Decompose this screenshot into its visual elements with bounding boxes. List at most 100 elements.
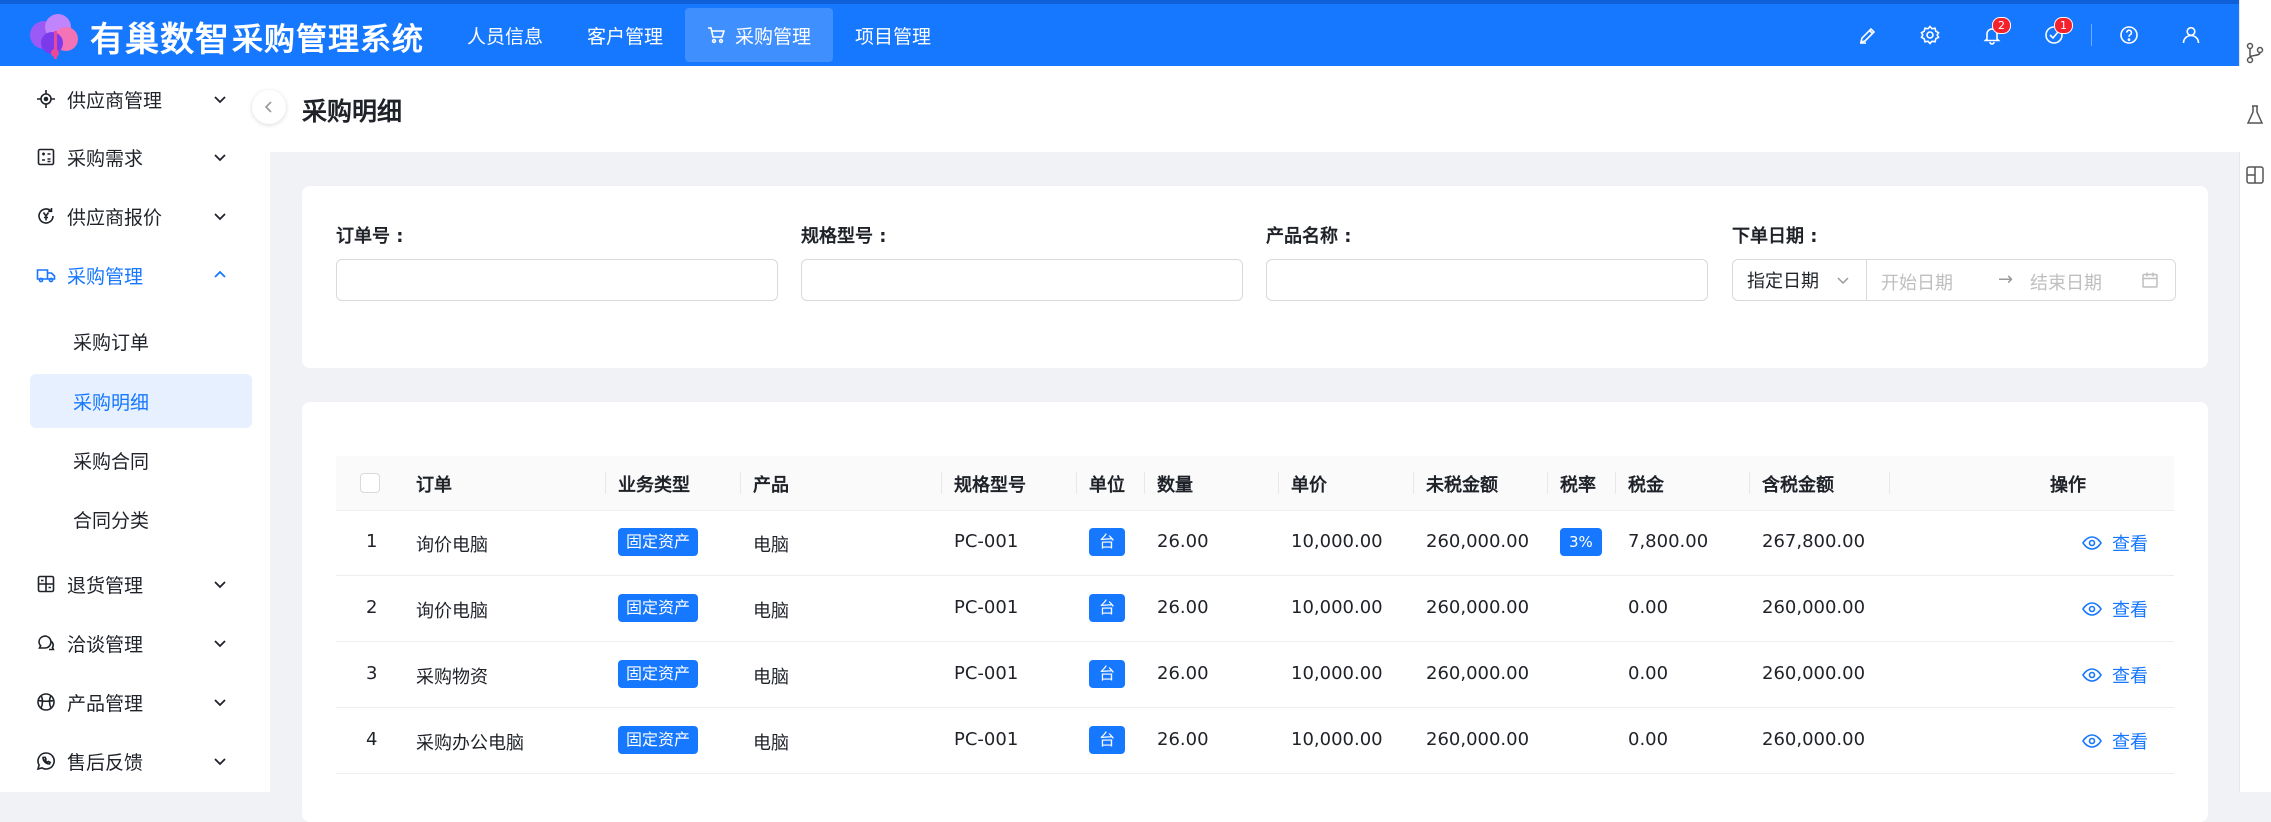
sidebar-item-demand[interactable]: 采购需求 xyxy=(0,128,270,186)
spec-input[interactable] xyxy=(801,259,1243,301)
sidebar: 供应商管理 采购需求 供应商报价 采购管理 采购订单 采购明细 采购合同 合同分… xyxy=(0,66,270,792)
nav-project[interactable]: 项目管理 xyxy=(833,8,953,62)
nav-procurement[interactable]: 采购管理 xyxy=(685,8,834,62)
theme-button[interactable] xyxy=(1837,0,1899,70)
chevron-down-icon xyxy=(214,154,226,162)
page-title: 采购明细 xyxy=(302,97,403,126)
nav-project-label: 项目管理 xyxy=(855,25,932,48)
unit-tag: 台 xyxy=(1089,528,1125,556)
cell-price: 10,000.00 xyxy=(1291,663,1383,684)
notifications-button[interactable]: 2 xyxy=(1961,0,2023,70)
yen-refresh-icon xyxy=(38,208,54,224)
cell-pre-tax: 260,000.00 xyxy=(1426,531,1530,552)
chevron-down-icon xyxy=(214,640,226,648)
sidebar-item-products[interactable]: 产品管理 xyxy=(0,673,270,731)
settings-button[interactable] xyxy=(1899,0,1961,70)
cell-tax: 7,800.00 xyxy=(1628,531,1709,552)
sidebar-subitem-details[interactable]: 采购明细 xyxy=(30,374,252,428)
view-button[interactable]: 查看 xyxy=(2082,596,2148,622)
truck-icon xyxy=(36,269,56,283)
help-button[interactable] xyxy=(2098,0,2160,70)
top-bar: 有巢数智 采购管理系统 人员信息 客户管理 采购管理 项目管理 2 1 xyxy=(0,0,2240,66)
top-icons: 2 1 xyxy=(1837,0,2222,70)
col-qty: 数量 xyxy=(1157,475,1193,496)
sidebar-subitem-label: 采购合同 xyxy=(73,450,150,473)
chevron-left-icon xyxy=(264,101,272,113)
tax-rate-tag: 3% xyxy=(1560,528,1602,556)
cell-qty: 26.00 xyxy=(1157,663,1209,684)
cell-tax: 0.00 xyxy=(1628,729,1669,750)
cell-pre-tax: 260,000.00 xyxy=(1426,597,1530,618)
cell-product: 电脑 xyxy=(753,667,789,688)
cell-spec: PC-001 xyxy=(954,729,1019,750)
col-divider xyxy=(1749,472,1750,494)
logo-icon xyxy=(30,14,78,59)
unit-tag: 台 xyxy=(1089,594,1125,622)
col-divider xyxy=(605,472,606,494)
calculator-icon xyxy=(37,148,55,166)
cell-qty: 26.00 xyxy=(1157,597,1209,618)
sidebar-item-label: 产品管理 xyxy=(67,692,144,715)
end-date-input[interactable]: 结束日期 xyxy=(2030,269,2102,295)
sidebar-subitem-label: 采购明细 xyxy=(73,391,150,414)
product-name-input[interactable] xyxy=(1266,259,1708,301)
flask-icon[interactable] xyxy=(2244,104,2266,126)
cell-spec: PC-001 xyxy=(954,663,1019,684)
order-date-picker: 指定日期 开始日期 → 结束日期 xyxy=(1732,259,2176,301)
sidebar-item-suppliers[interactable]: 供应商管理 xyxy=(0,70,270,128)
user-button[interactable] xyxy=(2160,0,2222,70)
unit-tag: 台 xyxy=(1089,726,1125,754)
branch-icon[interactable] xyxy=(2244,42,2266,64)
order-no-label: 订单号 : xyxy=(336,226,404,247)
view-button[interactable]: 查看 xyxy=(2082,662,2148,688)
cell-total: 260,000.00 xyxy=(1762,663,1866,684)
view-button[interactable]: 查看 xyxy=(2082,728,2148,754)
sidebar-subitem-contracts[interactable]: 采购合同 xyxy=(30,433,252,487)
cell-total: 267,800.00 xyxy=(1762,531,1866,552)
sidebar-item-quotes[interactable]: 供应商报价 xyxy=(0,187,270,245)
col-action: 操作 xyxy=(2050,475,2086,496)
cell-price: 10,000.00 xyxy=(1291,597,1383,618)
col-total: 含税金额 xyxy=(1762,475,1834,496)
col-tax: 税金 xyxy=(1628,475,1664,496)
layout-icon[interactable] xyxy=(2244,164,2266,186)
col-divider xyxy=(1076,472,1077,494)
nav-customer[interactable]: 客户管理 xyxy=(565,8,685,62)
table-row: 2 询价电脑 固定资产 电脑 PC-001 台 26.00 10,000.00 … xyxy=(336,576,2174,642)
table-header: 订单 业务类型 产品 规格型号 单位 数量 单价 未税金额 税率 税金 含税金额… xyxy=(336,456,2174,511)
tasks-button[interactable]: 1 xyxy=(2023,0,2085,70)
user-icon xyxy=(2182,26,2200,44)
sidebar-item-label: 供应商管理 xyxy=(67,89,163,112)
start-date-input[interactable]: 开始日期 xyxy=(1881,269,1953,295)
nav-personnel[interactable]: 人员信息 xyxy=(445,8,565,62)
logo-text: 有巢数智 xyxy=(90,20,230,60)
row-index: 2 xyxy=(366,597,378,618)
chevron-down-icon xyxy=(214,213,226,221)
sidebar-subitem-contract-categories[interactable]: 合同分类 xyxy=(30,492,252,546)
chat-icon xyxy=(38,635,55,651)
order-no-input[interactable] xyxy=(336,259,778,301)
help-icon xyxy=(2120,26,2138,44)
table-card: 订单 业务类型 产品 规格型号 单位 数量 单价 未税金额 税率 税金 含税金额… xyxy=(302,402,2208,822)
sidebar-item-procurement[interactable]: 采购管理 xyxy=(0,246,270,304)
app-title: 采购管理系统 xyxy=(232,22,424,58)
row-index: 1 xyxy=(366,531,378,552)
cart-icon xyxy=(708,27,726,44)
view-label: 查看 xyxy=(2112,732,2148,753)
sidebar-item-aftersales[interactable]: 售后反馈 xyxy=(0,732,270,790)
eye-icon xyxy=(2082,602,2102,616)
select-all-checkbox[interactable] xyxy=(360,473,380,493)
sidebar-item-label: 采购管理 xyxy=(67,265,144,288)
grid-return-icon xyxy=(37,575,55,593)
sidebar-item-label: 退货管理 xyxy=(67,574,144,597)
sidebar-item-negotiation[interactable]: 洽谈管理 xyxy=(0,614,270,672)
sidebar-subitem-orders[interactable]: 采购订单 xyxy=(30,314,252,368)
cell-pre-tax: 260,000.00 xyxy=(1426,663,1530,684)
col-tax-rate: 税率 xyxy=(1560,475,1596,496)
order-date-label: 下单日期 : xyxy=(1732,226,1818,247)
view-button[interactable]: 查看 xyxy=(2082,530,2148,556)
eye-icon xyxy=(2082,668,2102,682)
date-type-select[interactable]: 指定日期 xyxy=(1733,260,1867,300)
sidebar-collapse-button[interactable] xyxy=(252,90,286,124)
sidebar-item-returns[interactable]: 退货管理 xyxy=(0,555,270,613)
